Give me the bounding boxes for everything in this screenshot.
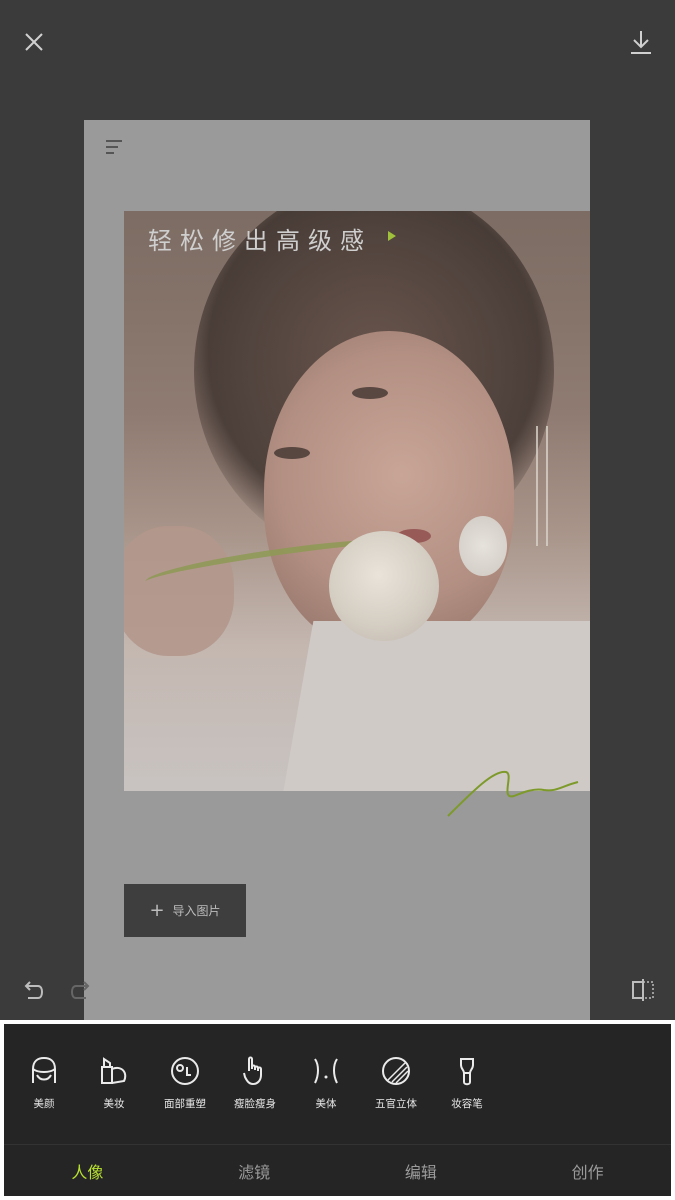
contour-icon: [382, 1057, 410, 1085]
menu-icon: [106, 140, 122, 154]
compare-button[interactable]: [625, 972, 661, 1008]
menu-button[interactable]: [104, 138, 126, 156]
makeup-icon: [101, 1057, 127, 1084]
close-button[interactable]: [16, 24, 52, 60]
close-icon: [25, 33, 43, 51]
tab-edit[interactable]: 编辑: [338, 1145, 505, 1196]
tool-body[interactable]: 美体: [291, 1054, 361, 1124]
tool-label: 五官立体: [375, 1098, 417, 1110]
promo-text: 轻松修出高级感: [148, 227, 372, 255]
tool-contour[interactable]: 五官立体: [361, 1054, 431, 1124]
tool-row: 美颜 美妆 面部重塑 瘦脸瘦身 美体 五官立体 妆容笔: [4, 1024, 671, 1144]
signature-icon: [447, 770, 579, 817]
photo-editor-app: 轻松修出高级感 + 导入图片 美颜 美妆 面部重塑 瘦脸瘦身 美体 五官立体 妆…: [0, 0, 675, 1200]
tool-face-reshape[interactable]: 面部重塑: [150, 1054, 220, 1124]
download-icon: [631, 31, 651, 54]
tab-filter[interactable]: 滤镜: [171, 1145, 338, 1196]
tab-portrait[interactable]: 人像: [4, 1145, 171, 1196]
plus-icon: +: [149, 899, 165, 921]
undo-icon: [24, 981, 44, 999]
tool-label: 瘦脸瘦身: [234, 1098, 276, 1110]
editor-canvas[interactable]: 轻松修出高级感 + 导入图片: [84, 120, 590, 1020]
tool-label: 面部重塑: [164, 1098, 206, 1110]
download-button[interactable]: [623, 24, 659, 60]
tool-beauty[interactable]: 美颜: [9, 1054, 79, 1124]
tab-create[interactable]: 创作: [504, 1145, 671, 1196]
brush-icon: [460, 1058, 474, 1086]
redo-button[interactable]: [64, 972, 100, 1008]
tool-label: 美颜: [33, 1098, 55, 1110]
tool-label: 美妆: [103, 1098, 125, 1110]
tool-makeup-brush[interactable]: 妆容笔: [432, 1054, 502, 1124]
slim-icon: [243, 1056, 262, 1086]
tool-label: 美体: [315, 1098, 337, 1110]
body-icon: [314, 1058, 338, 1084]
sample-photo: 轻松修出高级感: [124, 211, 590, 791]
tool-label: 妆容笔: [451, 1098, 483, 1110]
redo-icon: [70, 981, 90, 999]
bottom-tabs: 人像 滤镜 编辑 创作: [4, 1145, 671, 1196]
import-image-button[interactable]: + 导入图片: [124, 884, 246, 937]
tool-slim[interactable]: 瘦脸瘦身: [220, 1054, 290, 1124]
import-image-label: 导入图片: [172, 904, 221, 918]
compare-icon: [632, 979, 654, 1001]
bottom-panel: 美颜 美妆 面部重塑 瘦脸瘦身 美体 五官立体 妆容笔 人像 滤镜 编辑 创作: [0, 1020, 675, 1200]
face-icon: [32, 1056, 56, 1083]
play-arrow-icon: [388, 231, 396, 241]
undo-button[interactable]: [14, 972, 50, 1008]
tool-makeup[interactable]: 美妆: [79, 1054, 149, 1124]
face-reshape-icon: [171, 1057, 199, 1085]
